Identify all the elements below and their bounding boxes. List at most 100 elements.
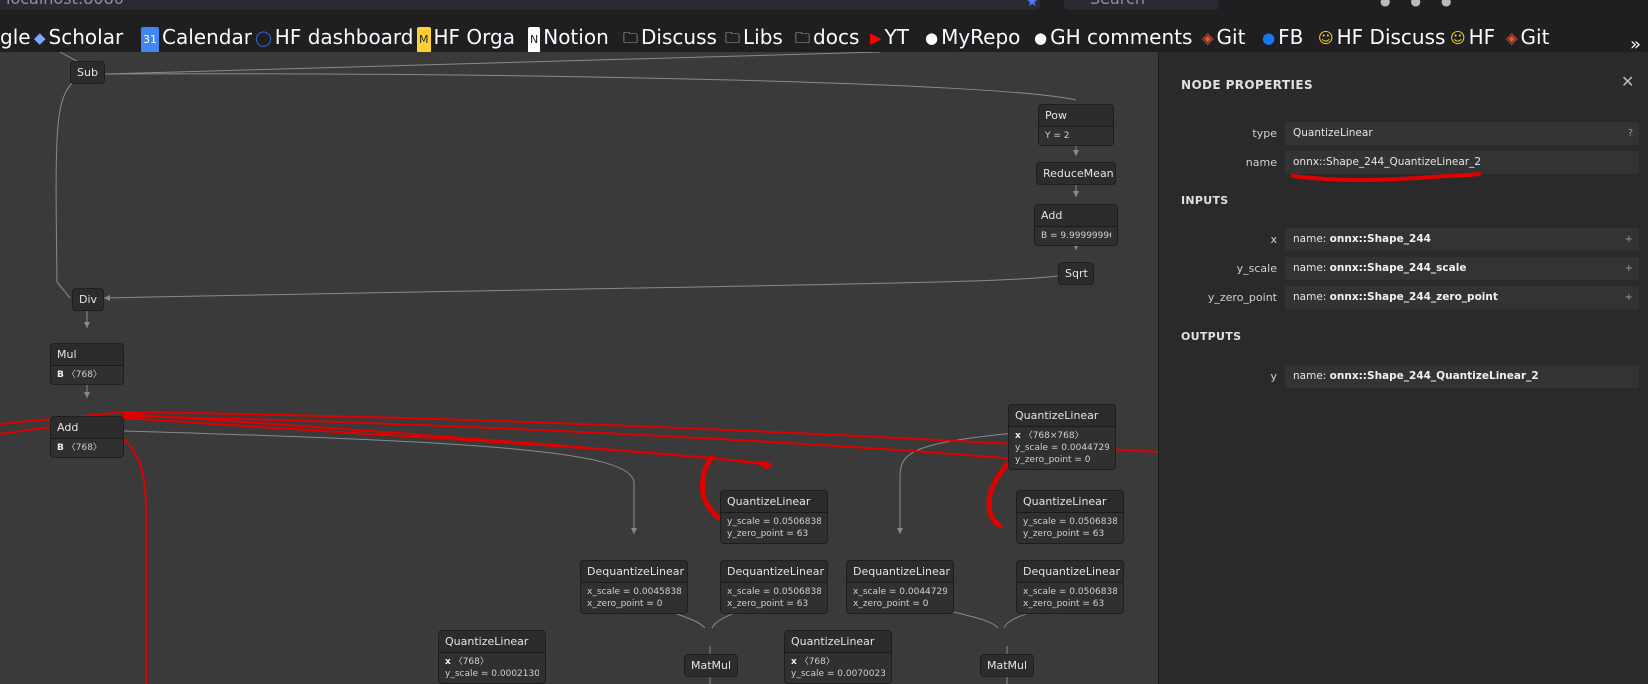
- edge: [103, 52, 881, 75]
- node-div[interactable]: Div: [72, 288, 104, 311]
- bookmark-label: Git: [1520, 25, 1550, 49]
- input-name: onnx::Shape_244_scale: [1329, 262, 1467, 274]
- node-attributes: B 〈768〉: [51, 438, 123, 457]
- bookmark-google[interactable]: gle: [0, 24, 31, 50]
- node-quantizelinear-weight[interactable]: QuantizeLinear x 〈768×768〉 y_scale = 0.0…: [1008, 404, 1116, 470]
- bookmark-star-icon[interactable]: ★: [1026, 0, 1039, 10]
- bookmark-docs[interactable]: 🗀 docs: [795, 24, 859, 51]
- bookmark-label: HF: [1468, 25, 1496, 49]
- input-row-y-scale: y_scale name: onnx::Shape_244_scale +: [1159, 257, 1648, 281]
- bookmark-git-2[interactable]: ◈ Git: [1506, 24, 1549, 51]
- node-sqrt[interactable]: Sqrt: [1058, 262, 1094, 285]
- node-matmul-1[interactable]: MatMul: [684, 654, 738, 677]
- git-icon: ◈: [1202, 29, 1214, 47]
- node-attr: Y = 2: [1045, 131, 1070, 141]
- node-quantizelinear-left[interactable]: QuantizeLinear y_scale = 0.05068389... y…: [720, 490, 828, 544]
- node-add-top[interactable]: Add B = 9.99999996...: [1034, 204, 1118, 246]
- bookmark-myrepo[interactable]: ● MyRepo: [925, 24, 1020, 51]
- node-dequantizelinear-3[interactable]: DequantizeLinear x_scale = 0.00447299...…: [846, 560, 954, 614]
- input-value-x[interactable]: name: onnx::Shape_244 +: [1285, 228, 1639, 251]
- expand-button[interactable]: +: [1625, 286, 1633, 309]
- node-dequantizelinear-1[interactable]: DequantizeLinear x_scale = 0.00458381...…: [580, 560, 688, 614]
- node-quantizelinear-bottom-2[interactable]: QuantizeLinear x 〈768〉 y_scale = 0.00700…: [784, 630, 892, 684]
- input-value-y-scale[interactable]: name: onnx::Shape_244_scale +: [1285, 257, 1639, 280]
- bookmark-gh-comments[interactable]: ● GH comments: [1034, 24, 1192, 51]
- node-quantizelinear-right[interactable]: QuantizeLinear y_scale = 0.05068389... y…: [1016, 490, 1124, 544]
- scholar-icon: ◆: [34, 29, 46, 47]
- expand-button[interactable]: +: [1625, 228, 1633, 251]
- node-attr: x_zero_point = 0: [587, 599, 663, 609]
- bookmark-hf-orga[interactable]: M HF Orga: [417, 24, 515, 52]
- browser-toolbar: localhost:8080 ★ Search ●●●: [0, 0, 1648, 12]
- bookmark-scholar[interactable]: ◆ Scholar: [34, 24, 123, 51]
- node-attr: y_scale = 0.00700235...: [791, 669, 885, 679]
- bookmark-notion[interactable]: N Notion: [528, 24, 609, 52]
- edge-arrow: [1073, 191, 1079, 197]
- node-add-main[interactable]: Add B 〈768〉: [50, 416, 124, 458]
- bookmark-git[interactable]: ◈ Git: [1202, 24, 1245, 51]
- node-dequantizelinear-4[interactable]: DequantizeLinear x_scale = 0.05068389...…: [1016, 560, 1124, 614]
- node-attributes: Y = 2: [1039, 126, 1113, 145]
- property-label: y_scale: [1236, 262, 1277, 275]
- hf-icon: ☺: [1318, 29, 1334, 47]
- node-attributes: y_scale = 0.05068389... y_zero_point = 6…: [1017, 512, 1123, 543]
- output-value-y[interactable]: name: onnx::Shape_244_QuantizeLinear_2: [1285, 365, 1639, 388]
- name-prefix: name:: [1293, 370, 1327, 382]
- folder-icon: 🗀: [795, 29, 811, 47]
- facebook-icon: ●: [1262, 29, 1276, 47]
- bookmark-label: MyRepo: [941, 25, 1021, 49]
- bookmark-hf-discuss[interactable]: ☺ HF Discuss: [1318, 24, 1445, 51]
- node-attr: B = 9.99999996...: [1041, 231, 1111, 241]
- bookmark-hf-dashboard[interactable]: ◯ HF dashboard: [255, 24, 414, 51]
- node-title: Div: [79, 293, 98, 306]
- bookmark-fb[interactable]: ● FB: [1262, 24, 1303, 51]
- node-attr: x_scale = 0.05068389...: [727, 587, 821, 597]
- bookmarks-overflow-button[interactable]: »: [1630, 34, 1641, 52]
- node-attributes: x 〈768〉 y_scale = 0.00021307...: [439, 652, 545, 683]
- attr-name: x: [1015, 431, 1021, 441]
- node-attributes: x 〈768〉 y_scale = 0.00700235...: [785, 652, 891, 683]
- node-reducemean[interactable]: ReduceMean: [1036, 162, 1116, 185]
- node-title: Pow: [1045, 109, 1067, 122]
- output-name: onnx::Shape_244_QuantizeLinear_2: [1329, 370, 1539, 382]
- node-title: Add: [57, 421, 79, 434]
- url-field[interactable]: localhost:8080: [0, 0, 1040, 10]
- github-icon: ●: [1034, 29, 1048, 47]
- youtube-icon: ▶: [870, 29, 882, 47]
- attr-name: x: [445, 657, 451, 667]
- bookmark-libs[interactable]: 🗀 Libs: [725, 24, 783, 51]
- close-icon[interactable]: ✕: [1621, 72, 1634, 91]
- node-quantizelinear-bottom-1[interactable]: QuantizeLinear x 〈768〉 y_scale = 0.00021…: [438, 630, 546, 684]
- name-prefix: name:: [1293, 291, 1327, 303]
- graph-edges: [0, 52, 1158, 684]
- toolbar-extension-icons[interactable]: ●●●: [1380, 0, 1471, 8]
- node-sub[interactable]: Sub: [70, 61, 105, 84]
- attr-name: B: [57, 443, 64, 453]
- node-pow[interactable]: Pow Y = 2: [1038, 104, 1114, 146]
- node-title: DequantizeLinear: [727, 565, 825, 578]
- help-button[interactable]: ?: [1628, 122, 1633, 145]
- node-title: QuantizeLinear: [727, 495, 811, 508]
- search-input[interactable]: Search: [1064, 0, 1219, 10]
- bookmark-calendar[interactable]: 31 Calendar: [141, 24, 252, 52]
- node-attr: y_zero_point = 0: [1015, 455, 1091, 465]
- bookmark-yt[interactable]: ▶ YT: [870, 24, 909, 51]
- bookmark-discuss[interactable]: 🗀 Discuss: [623, 24, 717, 51]
- node-title: Sqrt: [1065, 267, 1088, 280]
- expand-button[interactable]: +: [1625, 257, 1633, 280]
- property-value-type[interactable]: QuantizeLinear?: [1285, 122, 1639, 145]
- annotation-line: [119, 435, 147, 684]
- bookmark-label: Discuss: [641, 25, 717, 49]
- node-attr: y_scale = 0.00447299...: [1015, 443, 1109, 453]
- bookmark-label: Scholar: [48, 25, 124, 49]
- node-matmul-2[interactable]: MatMul: [980, 654, 1034, 677]
- node-mul[interactable]: Mul B 〈768〉: [50, 343, 124, 385]
- node-dequantizelinear-2[interactable]: DequantizeLinear x_scale = 0.05068389...…: [720, 560, 828, 614]
- graph-canvas[interactable]: Sub Pow Y = 2 ReduceMean Add B = 9.99999…: [0, 52, 1158, 684]
- bookmark-hf[interactable]: ☺ HF: [1450, 24, 1495, 51]
- bookmark-label: GH comments: [1050, 25, 1193, 49]
- bookmark-label: HF Discuss: [1336, 25, 1446, 49]
- edge: [103, 269, 1077, 299]
- attr-value: 〈768×768〉: [1023, 431, 1084, 441]
- input-value-y-zero-point[interactable]: name: onnx::Shape_244_zero_point +: [1285, 286, 1639, 309]
